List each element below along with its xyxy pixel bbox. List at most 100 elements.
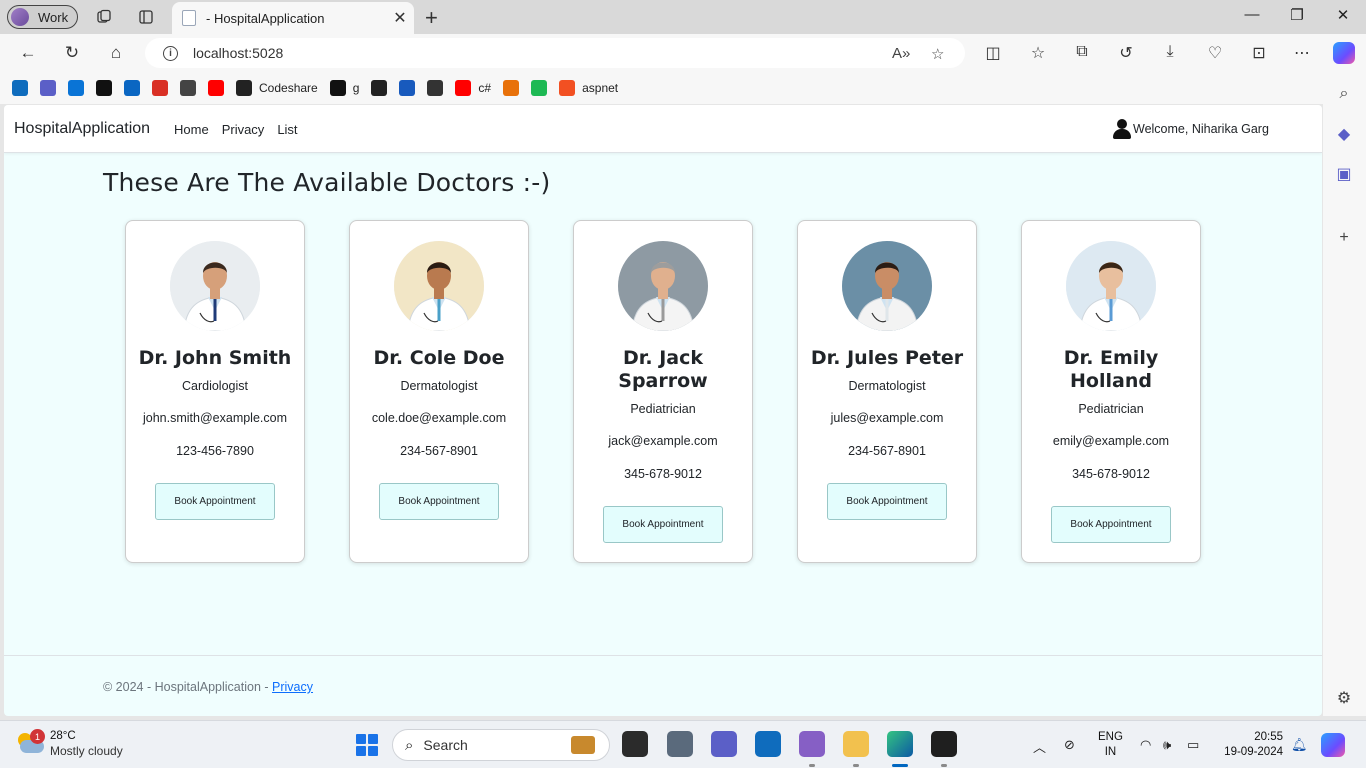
back-icon[interactable]: ←: [17, 42, 39, 64]
doctor-name: Dr. Cole Doe: [373, 347, 505, 369]
notification-bell-icon[interactable]: 🔔︎: [1291, 737, 1308, 753]
favorite-item[interactable]: [68, 80, 84, 96]
word-icon: [399, 80, 416, 96]
favorite-item[interactable]: [40, 80, 56, 96]
favorite-item[interactable]: [371, 80, 388, 96]
add-sidebar-app-icon[interactable]: +: [1335, 229, 1353, 247]
favorites-icon[interactable]: ☆: [1028, 43, 1048, 63]
search-label: Search: [423, 737, 468, 753]
teams-icon[interactable]: ▣: [1335, 165, 1353, 183]
screenshot-icon[interactable]: ⊡: [1249, 43, 1269, 63]
favorite-item[interactable]: [208, 80, 224, 96]
weather-widget[interactable]: 1 28°C Mostly cloudy: [16, 729, 123, 759]
welcome-user: Welcome, Niharika Garg: [1112, 119, 1269, 139]
start-button[interactable]: [356, 734, 378, 756]
weather-cloudy-icon: 1: [16, 729, 45, 757]
copilot-icon[interactable]: [1333, 42, 1355, 64]
book-appointment-button[interactable]: Book Appointment: [379, 483, 499, 520]
nav-privacy[interactable]: Privacy: [222, 122, 265, 137]
taskbar-search[interactable]: ⌕ Search: [392, 729, 610, 761]
workspaces-icon[interactable]: [95, 8, 113, 26]
welcome-text: Welcome, Niharika Garg: [1133, 122, 1269, 136]
clock[interactable]: 20:55 19-09-2024: [1219, 730, 1283, 760]
doctor-card: Dr. Jack Sparrow Pediatrician jack@example…: [573, 220, 753, 563]
tab-actions-icon[interactable]: [137, 8, 155, 26]
url-text[interactable]: localhost:5028: [193, 45, 283, 61]
camera-icon[interactable]: [667, 731, 693, 757]
book-appointment-button[interactable]: Book Appointment: [603, 506, 723, 543]
split-screen-icon[interactable]: ◫: [983, 43, 1003, 63]
c-icon: [371, 80, 388, 96]
profile-label: Work: [38, 9, 69, 25]
nav-list[interactable]: List: [277, 122, 297, 137]
minimize-icon[interactable]: —: [1242, 6, 1262, 23]
downloads-icon[interactable]: ⤓: [1160, 43, 1180, 61]
favorite-item[interactable]: [152, 80, 168, 96]
page-favicon-icon: [182, 10, 196, 26]
file-explorer-icon[interactable]: [843, 731, 869, 757]
doctor-photo: [1066, 241, 1156, 331]
tab-hospital-application[interactable]: - HospitalApplication ✕: [172, 2, 414, 34]
settings-more-icon[interactable]: ⋯: [1292, 43, 1312, 63]
favorite-item[interactable]: [12, 80, 28, 96]
battery-icon[interactable]: ▭: [1187, 737, 1199, 753]
doctor-phone: 234-567-8901: [400, 444, 478, 458]
network-off-icon[interactable]: ⊘: [1064, 737, 1075, 753]
doctor-specialty: Dermatologist: [400, 379, 478, 393]
doctor-name: Dr. John Smith: [138, 347, 292, 369]
restore-icon[interactable]: ❐: [1287, 6, 1307, 24]
favorite-item[interactable]: c#: [455, 80, 491, 96]
favorite-item[interactable]: [180, 80, 196, 96]
new-tab-icon[interactable]: +: [425, 5, 438, 31]
footer-privacy-link[interactable]: Privacy: [272, 680, 313, 694]
site-brand[interactable]: HospitalApplication: [14, 120, 150, 138]
visual-studio-icon[interactable]: [799, 731, 825, 757]
book-appointment-button[interactable]: Book Appointment: [827, 483, 947, 520]
history-icon[interactable]: ↺: [1116, 43, 1136, 63]
site-info-icon[interactable]: i: [163, 45, 178, 61]
profile-button[interactable]: Work: [7, 5, 78, 29]
copilot-sidebar-icon[interactable]: ◆: [1335, 125, 1353, 143]
favorite-item[interactable]: Codeshare: [236, 80, 318, 96]
search-icon[interactable]: ⌕: [1335, 85, 1353, 103]
favorite-label: aspnet: [582, 81, 619, 95]
outlook-icon[interactable]: [755, 731, 781, 757]
address-bar[interactable]: i localhost:5028 A» ☆: [145, 38, 965, 68]
sidebar-settings-icon[interactable]: ⚙: [1335, 689, 1353, 707]
favorite-star-icon[interactable]: ☆: [931, 45, 944, 63]
home-icon[interactable]: ⌂: [105, 42, 127, 64]
terminal-icon[interactable]: [931, 731, 957, 757]
search-highlight-icon: [571, 736, 595, 754]
teams-icon[interactable]: [711, 731, 737, 757]
read-aloud-icon[interactable]: A»: [892, 45, 910, 62]
clock-date: 19-09-2024: [1224, 746, 1283, 758]
book-appointment-button[interactable]: Book Appointment: [1051, 506, 1171, 543]
gmail-icon: [152, 80, 168, 96]
wifi-icon[interactable]: ◠: [1140, 737, 1151, 753]
tray-overflow-icon[interactable]: ︿: [1033, 737, 1046, 756]
volume-icon[interactable]: 🕪: [1163, 737, 1171, 753]
favorite-item[interactable]: [427, 80, 444, 96]
spotify-icon: [531, 80, 548, 96]
favorite-item[interactable]: g: [329, 80, 359, 96]
edge-sidebar: ⌕ ◆ ▣ + ⚙: [1323, 72, 1366, 716]
language-indicator[interactable]: ENG IN: [1098, 730, 1123, 760]
close-window-icon[interactable]: ✕: [1333, 6, 1353, 24]
tab-close-icon[interactable]: ✕: [386, 8, 414, 28]
favorite-item[interactable]: [96, 80, 112, 96]
nav-home[interactable]: Home: [174, 122, 209, 137]
book-appointment-button[interactable]: Book Appointment: [155, 483, 275, 520]
favorite-item[interactable]: [503, 80, 520, 96]
browser-essentials-icon[interactable]: ♡: [1205, 43, 1225, 63]
favorite-item[interactable]: [531, 80, 548, 96]
favorite-item[interactable]: [124, 80, 140, 96]
doctor-email: john.smith@example.com: [143, 411, 287, 425]
refresh-icon[interactable]: ↻: [61, 42, 83, 64]
edge-browser-icon[interactable]: [887, 731, 913, 757]
favorite-item[interactable]: aspnet: [559, 80, 618, 96]
github-icon: [329, 80, 346, 96]
copilot-icon[interactable]: [1321, 733, 1345, 757]
task-view-icon[interactable]: [622, 731, 648, 757]
favorite-item[interactable]: [399, 80, 416, 96]
collections-icon[interactable]: ⧉: [1072, 43, 1092, 61]
